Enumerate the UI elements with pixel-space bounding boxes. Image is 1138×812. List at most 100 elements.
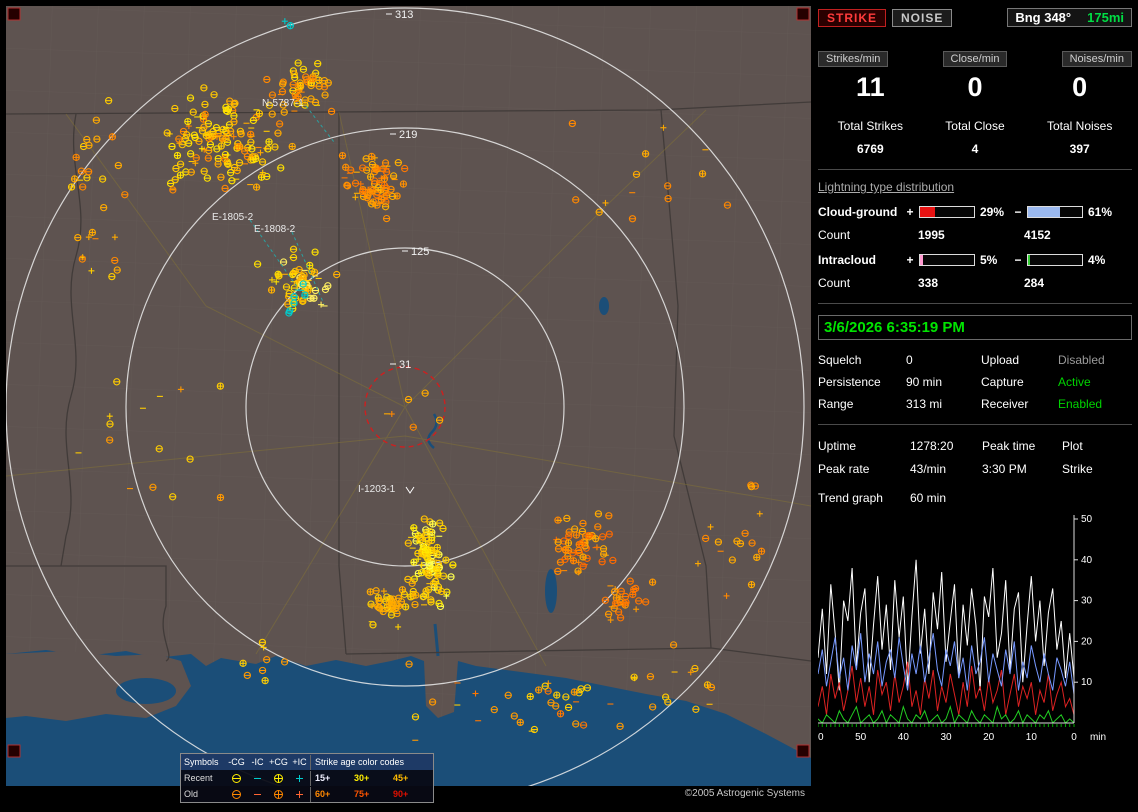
intracloud-row: Intracloud + 5% − 4% [818,253,1132,267]
reservoir [545,569,557,613]
intracloud-label: Intracloud [818,253,904,267]
storm-label: N-5787-1 [262,98,304,109]
legend-col-cg-minus: -CG [226,755,247,770]
upload-label: Upload [981,353,1058,367]
uptime-label: Uptime [818,439,910,453]
peak-time-value: 3:30 PM [982,462,1062,476]
storm-label: E-1805-2 [212,212,254,223]
bearing-value: Bng 348° [1015,10,1071,25]
lightning-map[interactable]: 313 219 125 31 N-5787-1 E-1805-2 E-1808-… [6,6,811,786]
ic-minus-pct: 4% [1086,253,1120,267]
cg-plus-old-icon [268,787,289,802]
trend-chart: 10203040506050403020100min [818,513,1118,751]
noise-mode-button[interactable]: NOISE [892,9,952,27]
age-code-30: 30+ [350,771,389,786]
cg-minus-old-icon [226,787,247,802]
storm-label: E-1808-2 [254,224,296,235]
receiver-value: Enabled [1058,397,1132,411]
squelch-value: 0 [906,353,981,367]
receiver-label: Receiver [981,397,1058,411]
minus-sign: − [1012,205,1024,219]
trend-graph-row: Trend graph 60 min [818,491,1132,505]
total-noises-value: 397 [1027,142,1132,156]
svg-text:30: 30 [1081,596,1093,607]
close-per-min-button[interactable]: Close/min [943,51,1008,67]
minus-sign: − [1012,253,1024,267]
cg-plus-recent-icon [268,771,289,786]
divider [818,169,1132,170]
cloud-ground-row: Cloud-ground + 29% − 61% [818,205,1132,219]
receiver-status-grid: Squelch 0 Upload Disabled Persistence 90… [818,353,1132,411]
close-per-min-value: 0 [923,72,1028,103]
total-strikes-value: 6769 [818,142,923,156]
cg-plus-pct: 29% [978,205,1012,219]
svg-text:20: 20 [1081,636,1093,647]
legend-old-label: Old [181,787,226,802]
svg-text:60: 60 [818,732,824,743]
ic-minus-recent-icon [247,771,268,786]
ic-plus-bar [919,254,975,266]
ic-minus-old-icon [247,787,268,802]
pan-button-bottom-left[interactable] [8,745,20,757]
intracloud-count-row: Count 338 284 [818,276,1132,290]
ic-plus-pct: 5% [978,253,1012,267]
svg-text:10: 10 [1026,732,1038,743]
total-strikes-label: Total Strikes [818,119,923,133]
svg-text:50: 50 [855,732,867,743]
persistence-label: Persistence [818,375,906,389]
peak-time-label: Peak time [982,439,1062,453]
ring-label-31: 31 [399,359,411,371]
rate-values-row: 11 0 0 [818,72,1132,103]
cg-minus-bar [1027,206,1083,218]
mode-row: STRIKE NOISE Bng 348° 175mi [818,8,1132,27]
noises-per-min-value: 0 [1027,72,1132,103]
count-label: Count [818,228,918,242]
legend-col-cg-plus: +CG [268,755,289,770]
legend-age-header: Strike age color codes [310,755,433,770]
age-code-45: 45+ [389,771,428,786]
rate-header-row: Strikes/min Close/min Noises/min [818,51,1132,67]
plot-label: Plot [1062,439,1132,453]
trend-graph-value: 60 min [910,491,946,505]
upload-value: Disabled [1058,353,1132,367]
bearing-distance-box: Bng 348° 175mi [1007,8,1132,27]
legend-symbols-header: Symbols [181,755,226,770]
strikes-per-min-value: 11 [818,72,923,103]
storm-label: I-1203-1 [358,484,396,495]
noises-per-min-button[interactable]: Noises/min [1062,51,1132,67]
peak-rate-value: 43/min [910,462,982,476]
divider [818,424,1132,425]
strike-mode-button[interactable]: STRIKE [818,9,886,27]
svg-text:min: min [1090,732,1106,743]
pan-button-bottom-right[interactable] [797,745,809,757]
age-codes-recent: 15+ 30+ 45+ [310,771,433,786]
distribution-title: Lightning type distribution [818,180,1132,194]
divider [818,303,1132,304]
cloud-ground-label: Cloud-ground [818,205,904,219]
legend-col-ic-plus: +IC [289,755,310,770]
pan-button-top-left[interactable] [8,8,20,20]
ic-plus-recent-icon [289,771,310,786]
cg-minus-pct: 61% [1086,205,1120,219]
svg-text:20: 20 [983,732,995,743]
ic-minus-bar [1027,254,1083,266]
persistence-value: 90 min [906,375,981,389]
svg-text:40: 40 [1081,555,1093,566]
peak-rate-label: Peak rate [818,462,910,476]
status-panel: STRIKE NOISE Bng 348° 175mi Strikes/min … [818,8,1132,806]
pan-button-top-right[interactable] [797,8,809,20]
map-canvas[interactable]: 313 219 125 31 N-5787-1 E-1805-2 E-1808-… [6,6,811,786]
age-code-15: 15+ [311,771,350,786]
count-label: Count [818,276,918,290]
ring-label-219: 219 [399,129,417,141]
age-codes-old: 60+ 75+ 90+ [310,787,433,802]
plus-sign: + [904,253,916,267]
trend-chart-container: 10203040506050403020100min [818,513,1132,751]
ic-plus-old-icon [289,787,310,802]
uptime-value: 1278:20 [910,439,982,453]
total-close-label: Total Close [923,119,1028,133]
strikes-per-min-button[interactable]: Strikes/min [818,51,888,67]
totals-row: Total Strikes 6769 Total Close 4 Total N… [818,119,1132,156]
cg-plus-bar [919,206,975,218]
svg-text:0: 0 [1071,732,1077,743]
